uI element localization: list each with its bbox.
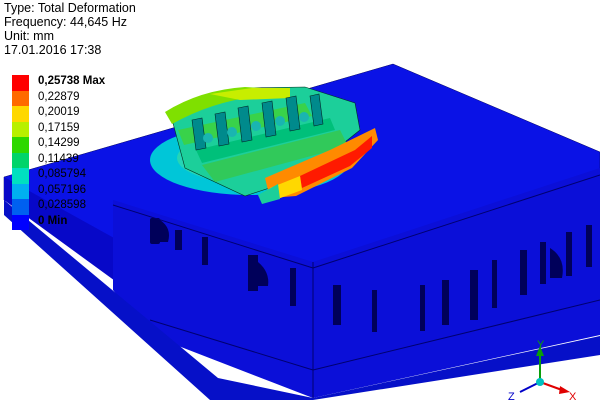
result-info-panel: Type: Total Deformation Frequency: 44,64…: [4, 1, 136, 57]
legend-swatch: [12, 137, 29, 153]
triad-z-label: Z: [508, 391, 515, 400]
legend-label: 0,085794: [38, 168, 86, 180]
legend-swatch: [12, 168, 29, 184]
legend-label: 0,20019: [38, 106, 80, 118]
triad-origin: [536, 378, 544, 386]
triad-y-label: Y: [537, 339, 545, 351]
legend-label: 0,14299: [38, 137, 80, 149]
result-type: Type: Total Deformation: [4, 1, 136, 15]
legend-label: 0,22879: [38, 90, 80, 103]
legend-label: 0,11439: [38, 152, 79, 165]
legend-swatch: [12, 106, 29, 122]
legend-swatch: [12, 121, 29, 137]
legend-swatch: [12, 183, 29, 199]
result-unit: Unit: mm: [4, 29, 54, 43]
legend-label: 0 Min: [38, 214, 68, 227]
legend-label: 0,057196: [38, 183, 86, 196]
legend-swatch: [12, 75, 29, 91]
result-frequency: Frequency: 44,645 Hz: [4, 15, 127, 29]
model-viewport[interactable]: Y X Z: [0, 0, 600, 400]
legend-label: 0,25738 Max: [38, 75, 106, 87]
legend-swatch: [12, 199, 29, 215]
triad-x-label: X: [569, 391, 577, 400]
result-timestamp: 17.01.2016 17:38: [4, 43, 102, 57]
legend-swatch: [12, 90, 29, 106]
legend-label: 0,17159: [38, 121, 80, 134]
legend-swatch: [12, 152, 29, 168]
legend-swatch: [12, 214, 29, 230]
legend-label: 0,028598: [38, 199, 86, 211]
